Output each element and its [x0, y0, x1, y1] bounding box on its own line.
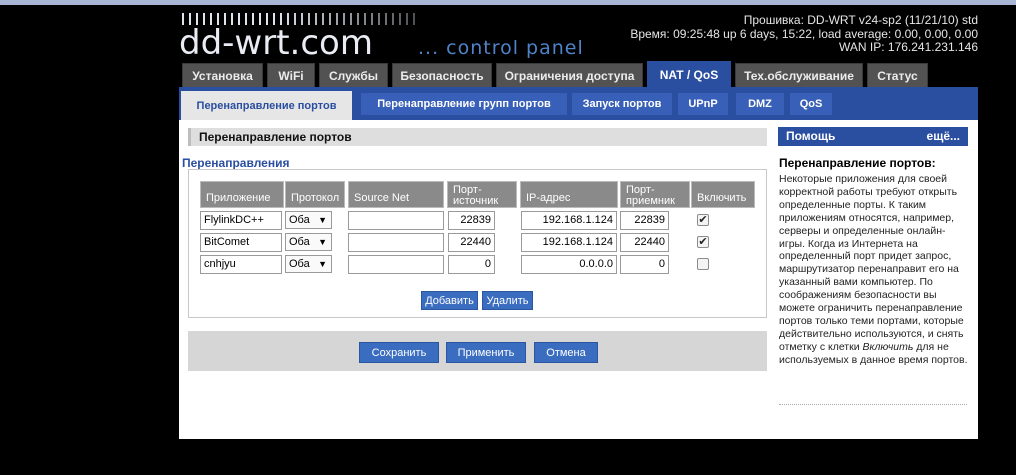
router-info: Прошивка: DD-WRT v24-sp2 (11/21/10) std … — [630, 13, 978, 55]
tab-wifi[interactable]: WiFi — [267, 63, 315, 87]
port-from-input[interactable]: 0 — [448, 255, 495, 274]
subtab-dmz[interactable]: DMZ — [736, 93, 784, 115]
col-header-ip-address: IP-адрес — [520, 181, 618, 208]
subtab-qos[interactable]: QoS — [790, 93, 832, 115]
save-button[interactable]: Сохранить — [359, 342, 439, 363]
logo: dd-wrt.com — [179, 23, 373, 63]
app-name-input[interactable]: cnhjyu — [200, 255, 282, 274]
section-title: Перенаправление портов — [188, 128, 767, 146]
tab-nat-qos[interactable]: NAT / QoS — [647, 61, 731, 87]
ip-address-input[interactable]: 0.0.0.0 — [521, 255, 617, 274]
tab-administration[interactable]: Тех.обслуживание — [735, 63, 863, 87]
port-from-input[interactable]: 22440 — [448, 233, 495, 252]
wan-ip-text: WAN IP: 176.241.231.146 — [839, 40, 978, 54]
uptime-text: Время: 09:25:48 up 6 days, 15:22, load a… — [630, 26, 978, 41]
tab-services[interactable]: Службы — [319, 63, 388, 87]
col-header-port-to: Порт-приемник — [620, 181, 690, 208]
source-net-input[interactable] — [348, 211, 444, 230]
tab-status[interactable]: Статус — [867, 63, 928, 87]
top-border — [0, 0, 1016, 5]
tab-setup[interactable]: Установка — [182, 63, 263, 87]
subtab-port-range-forwarding[interactable]: Перенаправление групп портов — [361, 93, 567, 115]
chevron-down-icon: ▼ — [318, 215, 327, 225]
ip-address-input[interactable]: 192.168.1.124 — [521, 233, 617, 252]
sub-tabs: Перенаправление портов Перенаправление г… — [179, 87, 978, 120]
source-net-input[interactable] — [348, 233, 444, 252]
ip-address-input[interactable]: 192.168.1.124 — [521, 211, 617, 230]
enable-checkbox[interactable]: ✔ — [697, 236, 709, 248]
col-header-port-from: Порт-источник — [447, 181, 517, 208]
chevron-down-icon: ▼ — [318, 259, 327, 269]
subtab-upnp[interactable]: UPnP — [678, 93, 728, 115]
protocol-select[interactable]: Оба ▼ — [285, 211, 332, 229]
help-more-link[interactable]: ещё... — [927, 127, 960, 146]
remove-button[interactable]: Удалить — [482, 291, 533, 310]
chevron-down-icon: ▼ — [318, 237, 327, 247]
enable-checkbox[interactable]: ✔ — [697, 214, 709, 226]
cancel-button[interactable]: Отмена — [534, 342, 598, 363]
apply-button[interactable]: Применить — [446, 342, 526, 363]
help-divider — [779, 404, 967, 405]
subtab-port-forwarding[interactable]: Перенаправление портов — [181, 91, 352, 120]
port-from-input[interactable]: 22839 — [448, 211, 495, 230]
col-header-enable: Включить — [691, 181, 755, 208]
col-header-protocol: Протокол — [285, 181, 345, 208]
add-button[interactable]: Добавить — [421, 291, 478, 310]
port-to-input[interactable]: 22839 — [620, 211, 669, 230]
tab-access-restrictions[interactable]: Ограничения доступа — [496, 63, 643, 87]
logo-subtitle: ... control panel — [418, 37, 584, 59]
enable-checkbox[interactable] — [697, 258, 709, 270]
col-header-application: Приложение — [200, 181, 284, 208]
source-net-input[interactable] — [348, 255, 444, 274]
protocol-select[interactable]: Оба ▼ — [285, 255, 332, 273]
protocol-select[interactable]: Оба ▼ — [285, 233, 332, 251]
tab-security[interactable]: Безопасность — [392, 63, 492, 87]
help-title: Перенаправление портов: — [779, 156, 936, 170]
app-name-input[interactable]: FlylinkDC++ — [200, 211, 282, 230]
col-header-source-net: Source Net — [348, 181, 444, 208]
help-header: Помощь ещё... — [778, 127, 968, 146]
firmware-text: Прошивка: DD-WRT v24-sp2 (11/21/10) std — [743, 13, 978, 27]
content-panel: Перенаправление портов Перенаправления П… — [179, 120, 978, 439]
port-to-input[interactable]: 0 — [620, 255, 669, 274]
help-text: Некоторые приложения для своей корректно… — [779, 173, 968, 366]
subtab-port-triggering[interactable]: Запуск портов — [572, 93, 672, 115]
app-name-input[interactable]: BitComet — [200, 233, 282, 252]
fieldset-legend: Перенаправления — [182, 156, 290, 170]
help-header-label: Помощь — [786, 129, 836, 143]
port-to-input[interactable]: 22440 — [620, 233, 669, 252]
